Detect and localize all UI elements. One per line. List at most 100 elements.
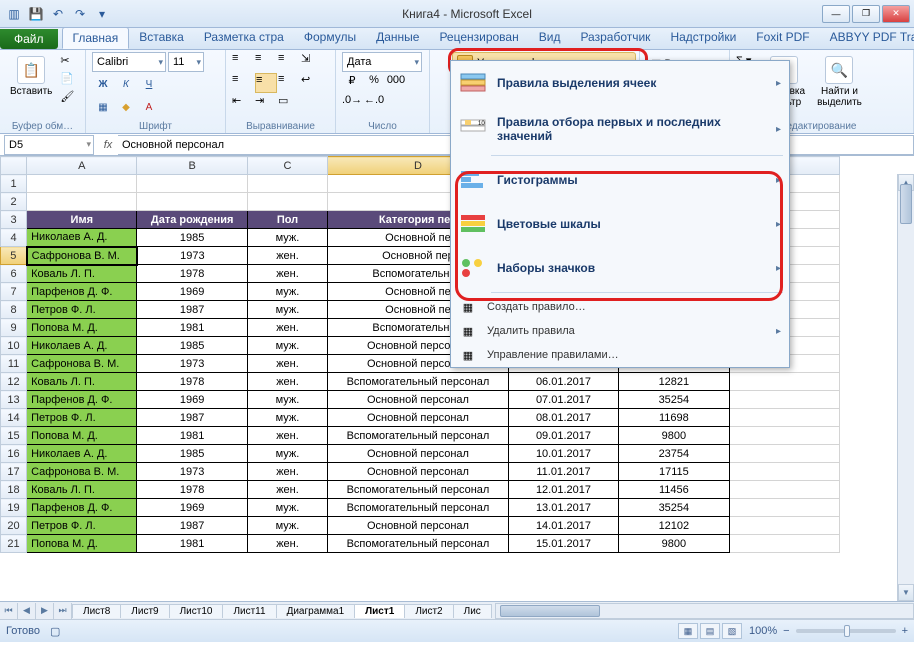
ribbon-tab[interactable]: Данные: [366, 27, 429, 49]
zoom-out-icon[interactable]: −: [783, 625, 789, 637]
sheet-next-icon[interactable]: ▶: [36, 603, 54, 619]
cell[interactable]: Николаев А. Д.: [27, 445, 137, 463]
sheet-tab[interactable]: Лист1: [354, 604, 405, 618]
cell[interactable]: 35254: [619, 391, 729, 409]
menu-color-scales[interactable]: Цветовые шкалы ▸: [451, 202, 789, 246]
row-header[interactable]: 14: [1, 409, 27, 427]
cell[interactable]: жен.: [247, 265, 327, 283]
col-header[interactable]: C: [247, 157, 327, 175]
cell[interactable]: 1978: [137, 373, 247, 391]
fill-color-icon[interactable]: ◆: [115, 97, 137, 117]
font-color-icon[interactable]: A: [138, 97, 160, 117]
row-header[interactable]: 17: [1, 463, 27, 481]
row-header[interactable]: 16: [1, 445, 27, 463]
ribbon-tab[interactable]: Вставка: [129, 27, 194, 49]
cell[interactable]: 12102: [619, 517, 729, 535]
horizontal-scrollbar[interactable]: [495, 603, 914, 619]
cell[interactable]: Парфенов Д. Ф.: [27, 283, 137, 301]
cell[interactable]: Коваль Л. П.: [27, 373, 137, 391]
cell[interactable]: 1985: [137, 229, 247, 247]
cell[interactable]: муж.: [247, 229, 327, 247]
cell[interactable]: муж.: [247, 499, 327, 517]
row-header[interactable]: 8: [1, 301, 27, 319]
ribbon-tab[interactable]: Рецензирован: [429, 27, 528, 49]
cell[interactable]: жен.: [247, 319, 327, 337]
row-header[interactable]: 3: [1, 211, 27, 229]
row-header[interactable]: 21: [1, 535, 27, 553]
percent-icon[interactable]: %: [364, 74, 384, 92]
cell[interactable]: 1969: [137, 283, 247, 301]
sheet-last-icon[interactable]: ⏭: [54, 603, 72, 619]
cell[interactable]: Петров Ф. Л.: [27, 517, 137, 535]
row-header[interactable]: 13: [1, 391, 27, 409]
macro-record-icon[interactable]: ▢: [50, 625, 60, 638]
cell[interactable]: Вспомогательный персонал: [328, 427, 509, 445]
cell[interactable]: 06.01.2017: [508, 373, 618, 391]
row-header[interactable]: 9: [1, 319, 27, 337]
maximize-icon[interactable]: ❐: [852, 5, 880, 23]
inc-decimal-icon[interactable]: .0→: [342, 94, 362, 112]
cell[interactable]: Основной персонал: [328, 463, 509, 481]
cell[interactable]: 15.01.2017: [508, 535, 618, 553]
view-normal-icon[interactable]: ▦: [678, 623, 698, 639]
border-icon[interactable]: ▦: [92, 97, 114, 117]
ribbon-tab[interactable]: Главная: [62, 27, 130, 49]
cell[interactable]: Основной персонал: [328, 517, 509, 535]
undo-icon[interactable]: ↶: [48, 4, 68, 24]
cell[interactable]: Основной персонал: [328, 445, 509, 463]
cell[interactable]: 1973: [137, 247, 247, 265]
format-painter-icon[interactable]: 🖌: [60, 90, 78, 106]
cell[interactable]: 11698: [619, 409, 729, 427]
sheet-tab[interactable]: Лист10: [169, 604, 224, 618]
cell[interactable]: Сафронова В. М.: [27, 463, 137, 481]
scroll-down-icon[interactable]: ▼: [898, 584, 914, 601]
cell[interactable]: Сафронова В. М.: [27, 247, 137, 265]
cell[interactable]: Вспомогательный персонал: [328, 535, 509, 553]
cell[interactable]: 1981: [137, 319, 247, 337]
align-left-icon[interactable]: ≡: [232, 73, 254, 93]
col-header[interactable]: B: [137, 157, 247, 175]
ribbon-tab[interactable]: Foxit PDF: [746, 27, 819, 49]
align-center-icon[interactable]: ≡: [255, 73, 277, 93]
cell[interactable]: Вспомогательный персонал: [328, 499, 509, 517]
cell[interactable]: 1985: [137, 445, 247, 463]
cell[interactable]: жен.: [247, 481, 327, 499]
cell[interactable]: 1969: [137, 391, 247, 409]
cell[interactable]: Попова М. Д.: [27, 319, 137, 337]
cell[interactable]: [729, 499, 839, 517]
cell[interactable]: 9800: [619, 535, 729, 553]
cell[interactable]: Петров Ф. Л.: [27, 409, 137, 427]
indent-dec-icon[interactable]: ⇤: [232, 94, 254, 114]
row-header[interactable]: 2: [1, 193, 27, 211]
row-header[interactable]: 6: [1, 265, 27, 283]
cell[interactable]: Вспомогательный персонал: [328, 481, 509, 499]
cell[interactable]: Коваль Л. П.: [27, 265, 137, 283]
row-header[interactable]: 7: [1, 283, 27, 301]
cell[interactable]: 9800: [619, 427, 729, 445]
name-box[interactable]: D5: [4, 135, 94, 155]
align-right-icon[interactable]: ≡: [278, 73, 300, 93]
view-pagebreak-icon[interactable]: ▧: [722, 623, 742, 639]
cell[interactable]: 10.01.2017: [508, 445, 618, 463]
row-header[interactable]: 12: [1, 373, 27, 391]
cell[interactable]: 17115: [619, 463, 729, 481]
cell[interactable]: 35254: [619, 499, 729, 517]
bold-icon[interactable]: Ж: [92, 74, 114, 94]
cell[interactable]: [729, 445, 839, 463]
cell[interactable]: 1973: [137, 463, 247, 481]
menu-clear-rules[interactable]: ▦ Удалить правила ▸: [451, 319, 789, 343]
zoom-in-icon[interactable]: +: [902, 625, 908, 637]
ribbon-tab[interactable]: Разработчик: [570, 27, 660, 49]
menu-top-bottom-rules[interactable]: 10 Правила отбора первых и последних зна…: [451, 105, 789, 153]
cell[interactable]: муж.: [247, 391, 327, 409]
align-top-icon[interactable]: ≡: [232, 52, 254, 72]
cell[interactable]: жен.: [247, 355, 327, 373]
redo-icon[interactable]: ↷: [70, 4, 90, 24]
cell[interactable]: муж.: [247, 517, 327, 535]
sheet-tab[interactable]: Лист8: [72, 604, 121, 618]
cell[interactable]: Николаев А. Д.: [27, 229, 137, 247]
cell[interactable]: жен.: [247, 373, 327, 391]
row-header[interactable]: 15: [1, 427, 27, 445]
sheet-first-icon[interactable]: ⏮: [0, 603, 18, 619]
sheet-tab[interactable]: Лист9: [120, 604, 169, 618]
